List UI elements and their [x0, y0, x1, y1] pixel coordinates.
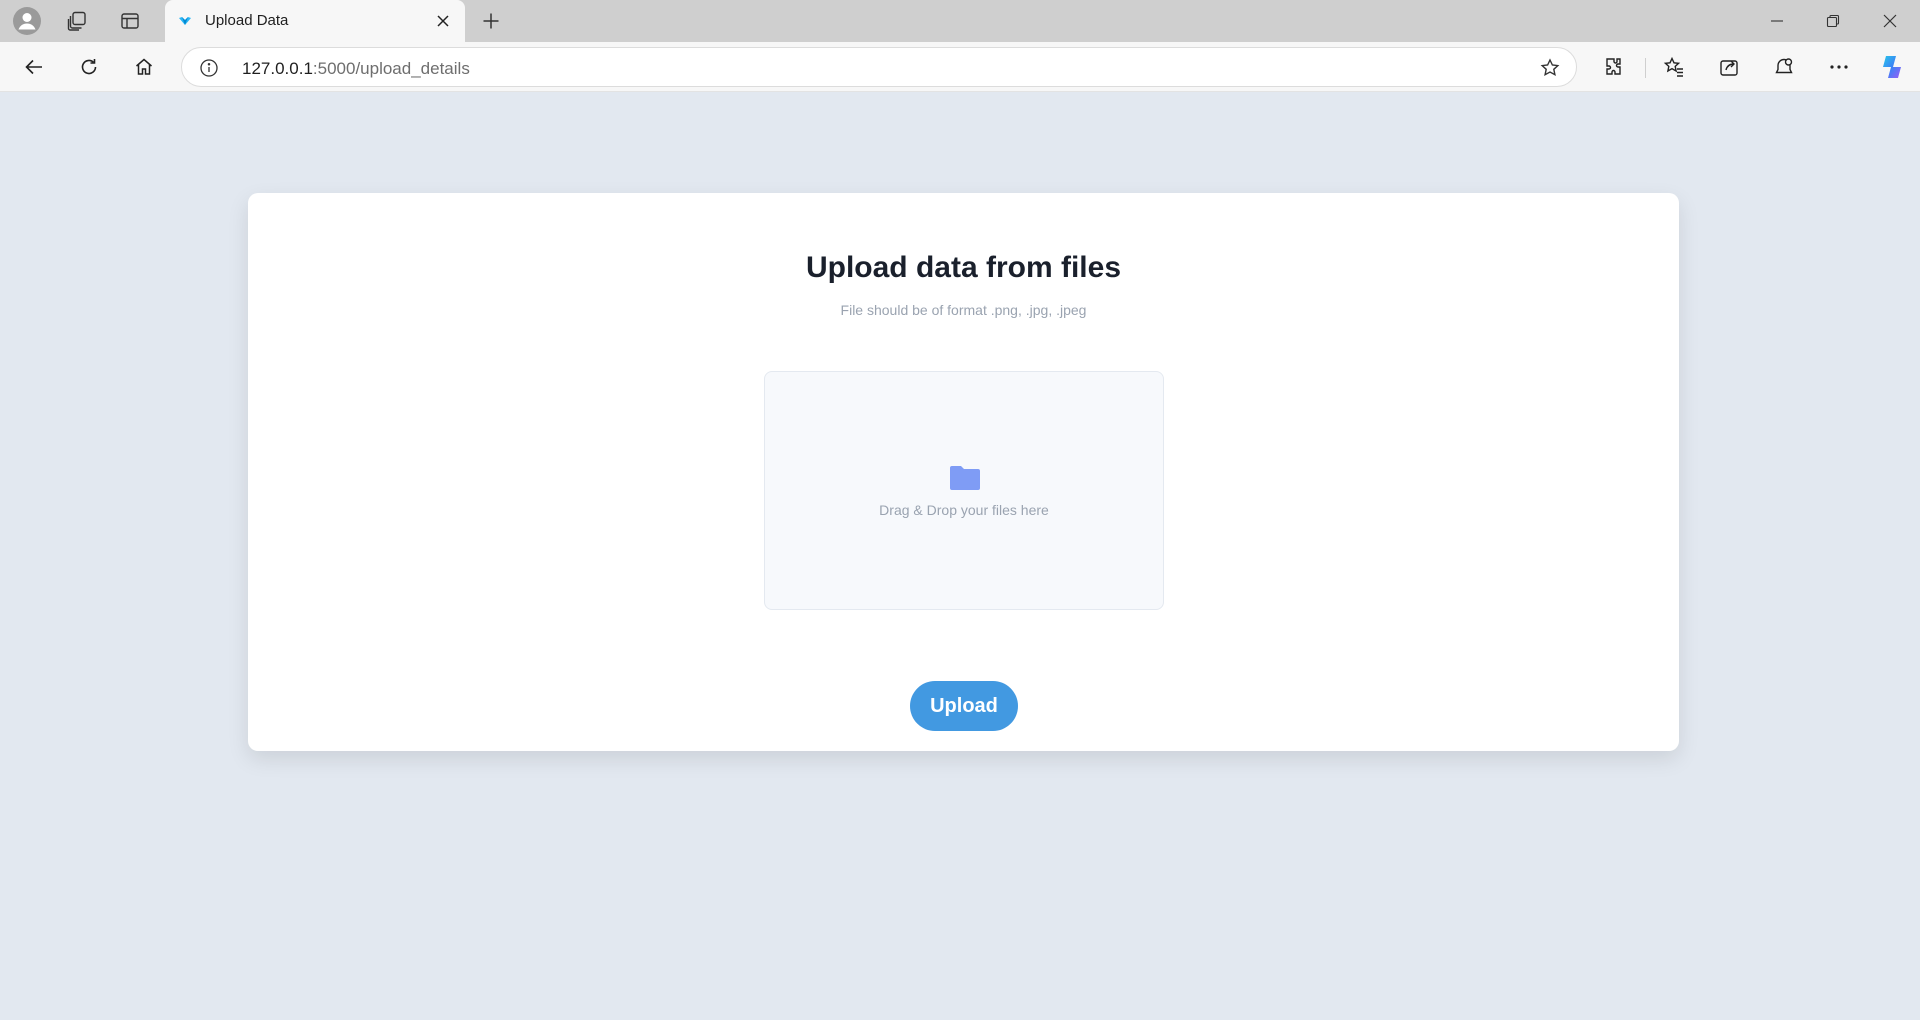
- toolbar-divider: [1645, 58, 1646, 78]
- upload-button[interactable]: Upload: [910, 681, 1018, 731]
- url-text[interactable]: 127.0.0.1:5000/upload_details: [242, 59, 470, 79]
- back-icon[interactable]: [16, 49, 52, 85]
- extensions-icon[interactable]: [1596, 49, 1632, 85]
- new-tab-icon[interactable]: [474, 5, 508, 37]
- restore-icon[interactable]: [1805, 0, 1861, 42]
- vertical-tabs-icon[interactable]: [113, 5, 147, 37]
- file-dropzone[interactable]: Drag & Drop your files here: [764, 371, 1164, 610]
- site-favicon-icon: [177, 13, 193, 29]
- workspaces-icon[interactable]: [60, 5, 94, 37]
- folder-icon: [948, 465, 982, 491]
- tab-upload-data[interactable]: Upload Data: [165, 0, 465, 42]
- url-path: :5000/upload_details: [312, 59, 470, 78]
- home-icon[interactable]: [126, 49, 162, 85]
- page-title: Upload data from files: [805, 251, 1122, 284]
- minimize-icon[interactable]: [1749, 0, 1805, 42]
- browser-titlebar: Upload Data: [0, 0, 1920, 42]
- tab-title: Upload Data: [205, 12, 289, 29]
- format-hint: File should be of format .png, .jpg, .jp…: [840, 302, 1087, 318]
- dropzone-text: Drag & Drop your files here: [879, 502, 1049, 518]
- browser-essentials-icon[interactable]: [1766, 49, 1802, 85]
- upload-card: Upload data from files File should be of…: [248, 193, 1679, 751]
- page-viewport: Upload data from files File should be of…: [4, 92, 1916, 1016]
- close-icon[interactable]: [431, 9, 455, 33]
- copilot-icon[interactable]: [1874, 49, 1910, 85]
- window-close-icon[interactable]: [1862, 0, 1918, 42]
- refresh-icon[interactable]: [71, 49, 107, 85]
- more-icon[interactable]: [1821, 49, 1857, 85]
- url-host: 127.0.0.1: [242, 59, 313, 78]
- browser-toolbar: 127.0.0.1:5000/upload_details: [0, 42, 1920, 92]
- profile-icon[interactable]: [10, 5, 44, 37]
- favorite-star-icon[interactable]: [1538, 56, 1562, 80]
- share-icon[interactable]: [1711, 49, 1747, 85]
- site-info-icon[interactable]: [198, 57, 220, 79]
- address-bar[interactable]: 127.0.0.1:5000/upload_details: [181, 47, 1577, 87]
- favorites-icon[interactable]: [1656, 49, 1692, 85]
